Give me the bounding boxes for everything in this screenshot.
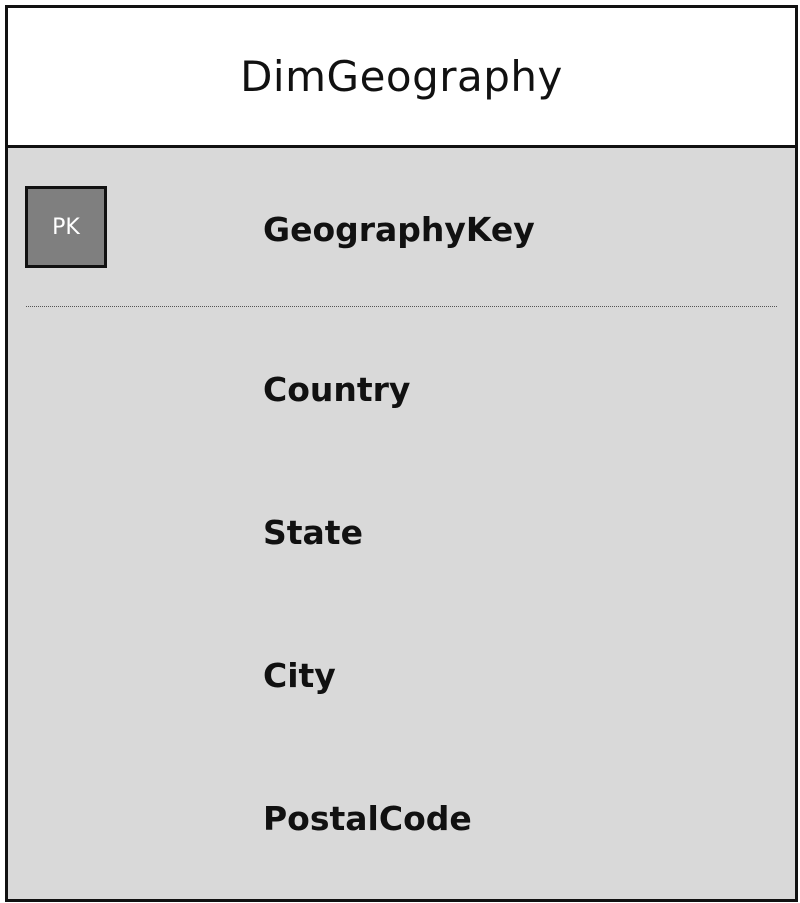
entity-table: DimGeography PK GeographyKey Country Sta…	[5, 5, 798, 902]
primary-key-badge: PK	[25, 186, 107, 268]
entity-header: DimGeography	[8, 8, 795, 148]
key-separator	[26, 306, 777, 307]
field-city: City	[263, 656, 336, 695]
primary-key-field: GeographyKey	[263, 210, 535, 249]
field-state: State	[263, 513, 363, 552]
primary-key-badge-label: PK	[52, 214, 80, 240]
entity-title: DimGeography	[240, 52, 563, 101]
field-country: Country	[263, 370, 411, 409]
field-postalcode: PostalCode	[263, 799, 472, 838]
